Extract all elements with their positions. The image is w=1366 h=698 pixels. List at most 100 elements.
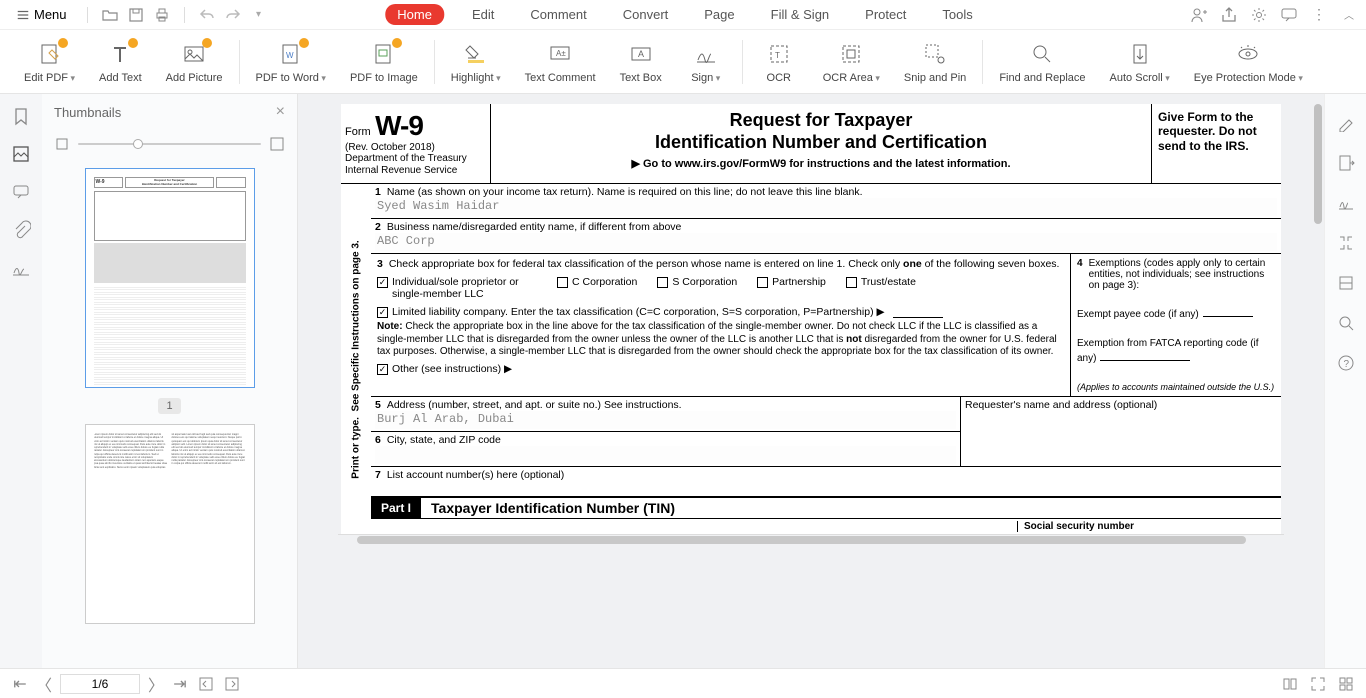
hamburger-menu[interactable]: Menu (8, 3, 75, 26)
settings-icon[interactable] (1250, 6, 1268, 24)
ribbon-find-replace[interactable]: Find and Replace (987, 40, 1097, 84)
save-icon[interactable] (128, 7, 144, 23)
thumbnail-page-2[interactable]: Lorem ipsum dolor sit amet consectetur a… (85, 424, 255, 624)
document-viewport[interactable]: Form W-9 (Rev. October 2018) Department … (298, 94, 1324, 668)
ribbon-add-text[interactable]: Add Text (87, 40, 154, 84)
tab-convert[interactable]: Convert (615, 3, 677, 26)
thumbnail-page-1[interactable]: W-9 Request for TaxpayerIdentification N… (85, 168, 255, 388)
city-state-zip-field[interactable] (375, 446, 956, 464)
ribbon-ocr-area[interactable]: OCR Area (811, 40, 892, 84)
redo-icon[interactable] (225, 7, 241, 23)
signature-panel-icon[interactable] (11, 258, 31, 278)
fit-left-icon[interactable] (198, 676, 214, 692)
statusbar: ⇤ 〈 〉 ⇥ (0, 668, 1366, 698)
right-toolbar: ? (1324, 94, 1366, 668)
fullscreen-icon[interactable] (1310, 676, 1326, 692)
form-line-5: 5Address (number, street, and apt. or su… (371, 397, 960, 432)
thumbnails-title: Thumbnails (54, 105, 121, 120)
thumb-small-icon[interactable] (54, 136, 70, 152)
more-icon[interactable]: ⋮ (1310, 6, 1328, 24)
llc-classification-field[interactable] (893, 306, 943, 318)
ribbon-pdf-to-image[interactable]: PDF to Image (338, 40, 430, 84)
search-tool-icon[interactable] (1337, 314, 1355, 332)
tab-comment[interactable]: Comment (522, 3, 594, 26)
share-icon[interactable] (1220, 6, 1238, 24)
ribbon-text-comment[interactable]: A±Text Comment (513, 40, 608, 84)
statusbar-right (1282, 676, 1354, 692)
requester-block: Requester's name and address (optional) (961, 397, 1281, 466)
qat-dropdown-icon[interactable]: ▾ (251, 7, 267, 23)
ribbon-ocr[interactable]: TOCR (747, 40, 811, 84)
ribbon-snip-pin[interactable]: Snip and Pin (892, 40, 978, 84)
thumbnail-list[interactable]: W-9 Request for TaxpayerIdentification N… (42, 158, 297, 668)
ribbon-sign[interactable]: Sign (674, 40, 738, 84)
compress-tool-icon[interactable] (1337, 234, 1355, 252)
ribbon-eye-protection[interactable]: Eye Protection Mode (1182, 40, 1315, 84)
prev-page-icon[interactable]: 〈 (36, 676, 52, 692)
horizontal-scrollbar[interactable] (338, 534, 1284, 544)
next-page-icon[interactable]: 〉 (148, 676, 164, 692)
tab-tools[interactable]: Tools (934, 3, 980, 26)
open-icon[interactable] (102, 7, 118, 23)
fit-right-icon[interactable] (224, 676, 240, 692)
view-grid-icon[interactable] (1338, 676, 1354, 692)
fatca-field[interactable] (1100, 349, 1190, 361)
quick-access-toolbar: ▾ (83, 7, 267, 23)
chk-llc[interactable] (377, 307, 388, 318)
scan-tool-icon[interactable] (1337, 274, 1355, 292)
collapse-ribbon-icon[interactable]: ︿ (1340, 6, 1358, 24)
ribbon-highlight[interactable]: Highlight (439, 40, 513, 84)
ribbon-auto-scroll[interactable]: Auto Scroll (1098, 40, 1182, 84)
thumb-large-icon[interactable] (269, 136, 285, 152)
header-right-icons: ⋮ ︿ (1190, 6, 1358, 24)
export-tool-icon[interactable] (1337, 154, 1355, 172)
tab-protect[interactable]: Protect (857, 3, 914, 26)
page-input[interactable] (60, 674, 140, 694)
page-navigation: ⇤ 〈 〉 ⇥ (12, 674, 188, 694)
bookmark-icon[interactable] (11, 106, 31, 126)
chk-trust[interactable] (846, 277, 857, 288)
thumbnail-size-slider[interactable] (78, 143, 261, 145)
close-thumbnails-icon[interactable]: × (276, 103, 285, 121)
part-1-header: Part I Taxpayer Identification Number (T… (371, 497, 1281, 519)
ribbon-add-picture[interactable]: Add Picture (154, 40, 235, 84)
ribbon-edit-pdf[interactable]: Edit PDF (12, 40, 87, 84)
comments-icon[interactable] (11, 182, 31, 202)
edit-tool-icon[interactable] (1337, 114, 1355, 132)
thumbnails-icon[interactable] (11, 144, 31, 164)
vertical-scrollbar[interactable] (1314, 104, 1322, 224)
tab-page[interactable]: Page (696, 3, 742, 26)
form-line-1: 1Name (as shown on your income tax retur… (371, 184, 1281, 219)
chk-other[interactable] (377, 364, 388, 375)
undo-icon[interactable] (199, 7, 215, 23)
ribbon-pdf-to-word[interactable]: WPDF to Word (244, 40, 338, 84)
form-body: Print or type. See Specific Instructions… (341, 184, 1281, 534)
svg-text:A±: A± (556, 49, 566, 58)
print-icon[interactable] (154, 7, 170, 23)
user-add-icon[interactable] (1190, 6, 1208, 24)
svg-text:W: W (286, 51, 294, 60)
chk-ccorp[interactable] (557, 277, 568, 288)
sign-tool-icon[interactable] (1337, 194, 1355, 212)
help-tool-icon[interactable]: ? (1337, 354, 1355, 372)
tab-fillsign[interactable]: Fill & Sign (763, 3, 838, 26)
chk-partnership[interactable] (757, 277, 768, 288)
first-page-icon[interactable]: ⇤ (12, 676, 28, 692)
ribbon-text-box[interactable]: AText Box (608, 40, 674, 84)
form-line-2: 2Business name/disregarded entity name, … (371, 219, 1281, 254)
name-field[interactable]: Syed Wasim Haidar (375, 198, 1277, 216)
thumbnail-label-1: 1 (158, 398, 180, 414)
chk-scorp[interactable] (657, 277, 668, 288)
attachment-icon[interactable] (11, 220, 31, 240)
exempt-payee-field[interactable] (1203, 305, 1253, 317)
feedback-icon[interactable] (1280, 6, 1298, 24)
form-line-7: 7List account number(s) here (optional) (371, 467, 1281, 497)
tab-home[interactable]: Home (385, 4, 444, 25)
business-name-field[interactable]: ABC Corp (375, 233, 1277, 251)
last-page-icon[interactable]: ⇥ (172, 676, 188, 692)
main-area: Thumbnails × W-9 Request for TaxpayerIde… (0, 94, 1366, 668)
tab-edit[interactable]: Edit (464, 3, 502, 26)
reading-mode-icon[interactable] (1282, 676, 1298, 692)
address-field[interactable]: Burj Al Arab, Dubai (375, 411, 956, 429)
chk-individual[interactable] (377, 277, 388, 288)
